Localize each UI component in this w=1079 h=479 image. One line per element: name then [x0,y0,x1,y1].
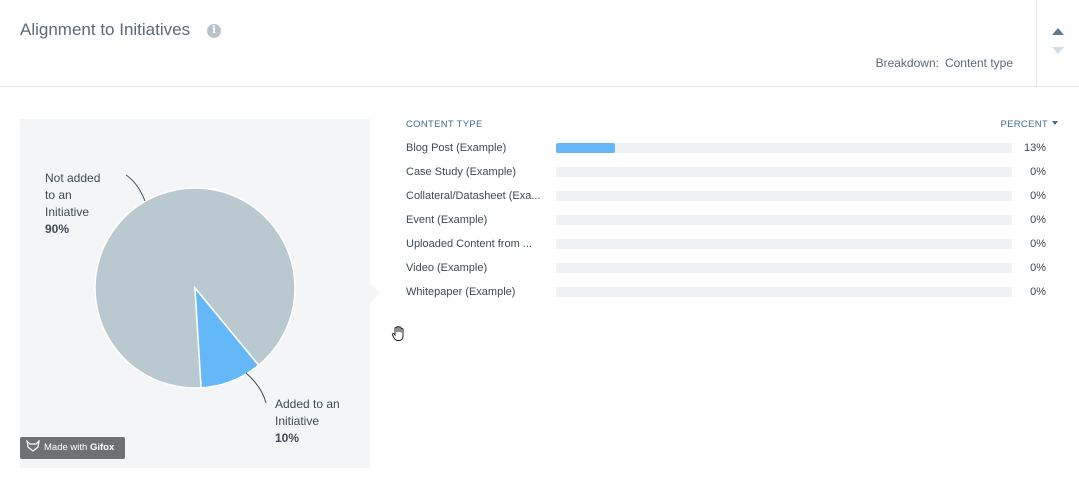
pie-label-added: Added to an Initiative 10% [275,396,365,447]
column-header-percent-label: PERCENT [1000,119,1048,130]
panel-pointer [370,283,380,303]
percent-bar-track [556,263,1012,273]
widget-title: Alignment to Initiatives [20,20,191,39]
info-icon[interactable]: i [207,24,221,38]
breakdown-value: Content type [944,56,1013,70]
table-row[interactable]: Whitepaper (Example) 0% [406,284,1058,308]
percent-bar-track [556,215,1012,225]
triangle-up-icon[interactable] [1052,28,1064,35]
row-label: Video (Example) [406,262,488,274]
table-row[interactable]: Blog Post (Example) 13% [406,140,1058,164]
breakdown-label: Breakdown: [875,56,939,70]
watermark-prefix: Made with [44,442,88,453]
row-label: Event (Example) [406,214,488,226]
pie-label-line: Initiative [45,205,90,219]
percent-bar-track [556,239,1012,249]
row-percent: 0% [1030,166,1046,178]
watermark-brand: Gifox [89,442,115,453]
row-percent: 13% [1023,142,1046,154]
row-label: Collateral/Datasheet (Exa... [406,190,541,202]
pie-label-line: to an [45,188,72,202]
pie-label-line: Added to an [275,397,340,411]
table-row[interactable]: Case Study (Example) 0% [406,164,1058,188]
row-percent: 0% [1030,214,1046,226]
table-body: Blog Post (Example) 13% Case Study (Exampl… [406,140,1058,308]
row-label: Case Study (Example) [406,166,517,178]
row-label: Uploaded Content from ... [406,238,532,250]
pie-label-not-added: Not added to an Initiative 90% [45,170,135,238]
row-label: Whitepaper (Example) [406,286,516,298]
gifox-watermark: Made with Gifox [20,437,125,459]
row-percent: 0% [1030,262,1046,274]
leader-line-added [245,372,267,404]
percent-bar-track [556,167,1012,177]
percent-bar-track [556,143,1012,153]
caret-down-icon [1052,121,1058,125]
widget-header: Alignment to Initiatives i Breakdown: Con… [0,0,1079,87]
column-header-percent[interactable]: PERCENT [1000,119,1058,130]
percent-bar-fill [556,143,616,153]
reorder-controls [1036,0,1079,86]
table-row[interactable]: Collateral/Datasheet (Exa... 0% [406,188,1058,212]
column-header-content-type[interactable]: CONTENT TYPE [406,119,483,130]
table-row[interactable]: Video (Example) 0% [406,260,1058,284]
row-percent: 0% [1030,286,1046,298]
hand-cursor-icon [391,325,404,341]
pie-label-line: Initiative [275,414,320,428]
fox-logo-icon [26,440,40,452]
percent-bar-track [556,287,1012,297]
percent-bar-track [556,191,1012,201]
row-label: Blog Post (Example) [406,142,507,154]
row-percent: 0% [1030,238,1046,250]
pie-label-line: Not added [45,171,101,185]
table-row[interactable]: Uploaded Content from ... 0% [406,236,1058,260]
breakdown-selector[interactable]: Breakdown: Content type [876,56,1013,70]
pie-percent-added: 10% [275,431,300,445]
pie-chart-panel: Not added to an Initiative 90% Added to … [20,119,370,468]
table-row[interactable]: Event (Example) 0% [406,212,1058,236]
pie-percent-not-added: 90% [45,222,70,236]
triangle-down-icon[interactable] [1052,47,1064,54]
row-percent: 0% [1030,190,1046,202]
